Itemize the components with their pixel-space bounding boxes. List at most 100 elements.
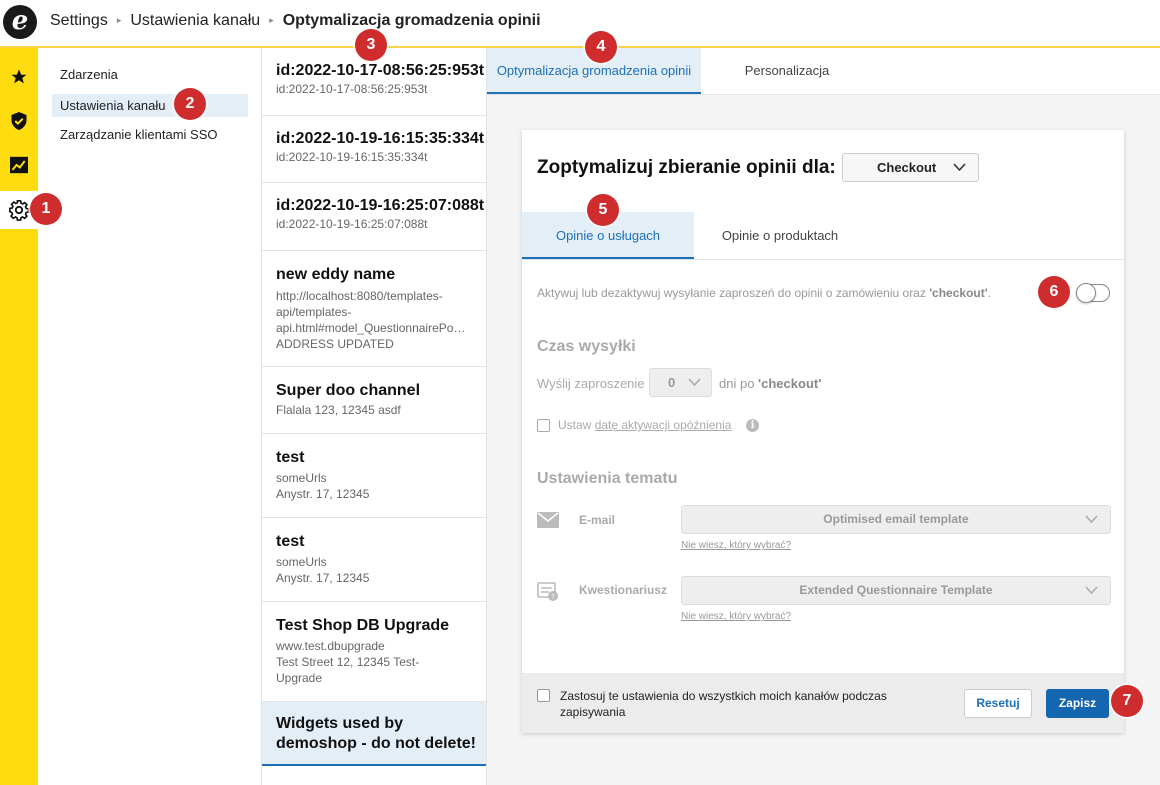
nav-item-channel-settings[interactable]: Ustawienia kanału	[52, 94, 248, 117]
channel-title: id:2022-10-19-16:15:35:334t	[276, 130, 485, 147]
nav-item-events[interactable]: Zdarzenia	[52, 63, 248, 86]
channel-item[interactable]: new eddy name http://localhost:8080/temp…	[262, 251, 486, 367]
send-invite-label: Wyślij zaproszenie	[537, 376, 645, 391]
chevron-down-icon	[688, 378, 701, 387]
channel-detail: api.html#model_QuestionnairePo…	[276, 321, 466, 335]
channel-detail: Test Street 12, 12345 Test-	[276, 655, 420, 669]
send-time-heading: Czas wysyłki	[537, 338, 636, 355]
breadcrumb-settings[interactable]: Settings	[50, 12, 108, 29]
channel-title-partial	[276, 776, 486, 785]
shield-check-icon	[11, 112, 27, 130]
delay-activation-checkbox[interactable]	[537, 419, 550, 432]
step-badge-1: 1	[30, 193, 62, 225]
channel-item[interactable]: test someUrls Anystr. 17, 12345	[262, 434, 486, 518]
channel-title: new eddy name	[276, 266, 396, 283]
breadcrumb-channel-settings[interactable]: Ustawienia kanału	[130, 12, 260, 29]
channel-type-value: Checkout	[877, 160, 937, 175]
channel-detail: Flalala 123, 12345 asdf	[276, 403, 401, 417]
channel-detail: www.test.dbupgrade	[276, 639, 385, 653]
activation-toggle[interactable]	[1076, 283, 1110, 303]
step-badge-7: 7	[1111, 685, 1143, 717]
chevron-down-icon	[1085, 515, 1098, 524]
channel-detail: id:2022-10-19-16:25:07:088t	[276, 217, 428, 231]
chevron-down-icon	[1085, 586, 1098, 595]
questionnaire-template-value: Extended Questionnaire Template	[799, 583, 993, 597]
step-badge-2: 2	[174, 88, 206, 120]
delay-activation-label: Ustaw datę aktywacji opóźnienia	[558, 418, 732, 432]
channel-item[interactable]: id:2022-10-19-16:15:35:334t id:2022-10-1…	[262, 116, 486, 183]
send-days-value: 0	[668, 375, 676, 390]
channel-item[interactable]: test someUrls Anystr. 17, 12345	[262, 518, 486, 602]
channel-detail: Anystr. 17, 12345	[276, 487, 370, 501]
tab-product-reviews[interactable]: Opinie o produktach	[694, 212, 866, 259]
channel-detail: ADDRESS UPDATED	[276, 337, 394, 351]
star-icon	[11, 69, 27, 84]
questionnaire-help-link[interactable]: Nie wiesz, który wybrać?	[681, 611, 791, 622]
email-template-value: Optimised email template	[823, 512, 969, 526]
step-badge-6: 6	[1038, 276, 1070, 308]
channel-detail: someUrls	[276, 555, 327, 569]
page-title: Optymalizacja gromadzenia opinii	[282, 12, 541, 29]
step-badge-3: 3	[355, 29, 387, 61]
apply-all-label: Zastosuj te ustawienia do wszystkich moi…	[560, 689, 887, 719]
step-badge-5: 5	[587, 194, 619, 226]
card-title: Zoptymalizuj zbieranie opinii dla:	[537, 157, 836, 178]
reset-button[interactable]: Resetuj	[964, 689, 1032, 718]
trusted-shops-logo[interactable]: e	[3, 5, 37, 39]
channel-detail: someUrls	[276, 471, 327, 485]
channel-title: id:2022-10-17-08:56:25:953t	[276, 62, 485, 79]
channel-title: demoshop - do not delete!	[276, 735, 476, 752]
channel-title: id:2022-10-19-16:25:07:088t	[276, 197, 485, 214]
envelope-icon	[537, 512, 559, 528]
channel-detail: Anystr. 17, 12345	[276, 571, 370, 585]
email-help-link[interactable]: Nie wiesz, który wybrać?	[681, 540, 791, 551]
questionnaire-template-select[interactable]: Extended Questionnaire Template	[681, 576, 1111, 605]
rail-item-trust[interactable]	[0, 102, 38, 140]
channel-detail: id:2022-10-19-16:15:35:334t	[276, 150, 428, 164]
nav-item-sso-clients[interactable]: Zarządzanie klientami SSO	[52, 123, 248, 146]
info-icon[interactable]: i	[746, 419, 759, 432]
email-template-select[interactable]: Optimised email template	[681, 505, 1111, 534]
delay-activation-link[interactable]: datę aktywacji opóźnienia	[595, 418, 732, 432]
channel-detail: Upgrade	[276, 671, 323, 685]
save-button[interactable]: Zapisz	[1046, 689, 1109, 718]
icon-rail	[0, 48, 38, 785]
channel-item[interactable]: Super doo channel Flalala 123, 12345 asd…	[262, 367, 486, 434]
channel-detail: api/templates-	[276, 305, 352, 319]
rail-item-analytics[interactable]	[0, 146, 38, 184]
channel-item[interactable]: id:2022-10-19-16:25:07:088t id:2022-10-1…	[262, 183, 486, 251]
top-bar: e Settings ▸ Ustawienia kanału ▸ Optymalizac…	[0, 0, 1160, 48]
card-footer: Zastosuj te ustawienia do wszystkich moi…	[522, 673, 1124, 733]
channel-title: Widgets used by	[276, 715, 403, 732]
channel-title: Super doo channel	[276, 382, 421, 399]
channel-type-select[interactable]: Checkout	[842, 153, 979, 182]
apply-all-checkbox[interactable]	[537, 689, 550, 702]
main-content: Optymalizacja gromadzenia opinii Persona…	[487, 48, 1160, 785]
channel-detail: id:2022-10-17-08:56:25:953t	[276, 82, 428, 96]
gear-icon	[9, 200, 30, 221]
channel-item[interactable]: Test Shop DB Upgrade www.test.dbupgrade …	[262, 602, 486, 702]
channel-detail: http://localhost:8080/templates-	[276, 289, 443, 303]
questionnaire-icon: ?	[537, 582, 558, 601]
breadcrumb-separator-icon: ▸	[116, 15, 122, 25]
channel-title: Test Shop DB Upgrade	[276, 617, 450, 634]
tab-personalization[interactable]: Personalizacja	[701, 48, 873, 94]
settings-nav: Zdarzenia Ustawienia kanału Zarządzanie …	[38, 48, 262, 785]
email-label: E-mail	[579, 513, 616, 527]
channel-title: test	[276, 533, 305, 550]
channel-item-selected[interactable]: Widgets used by demoshop - do not delete…	[262, 702, 486, 766]
channel-item[interactable]	[262, 766, 486, 785]
channel-list: id:2022-10-17-08:56:25:953t id:2022-10-1…	[262, 48, 487, 785]
rail-item-reviews[interactable]	[0, 58, 38, 96]
breadcrumb-separator-icon: ▸	[269, 15, 274, 25]
send-after-label: dni po 'checkout'	[719, 376, 822, 391]
channel-title: test	[276, 449, 305, 466]
send-days-select[interactable]: 0	[649, 368, 712, 397]
chart-icon	[10, 156, 28, 174]
step-badge-4: 4	[585, 31, 617, 63]
chevron-down-icon	[953, 163, 966, 172]
theme-settings-heading: Ustawienia tematu	[537, 470, 678, 487]
svg-text:?: ?	[551, 593, 555, 601]
toggle-knob	[1076, 283, 1096, 303]
questionnaire-label: Kwestionariusz	[579, 583, 668, 597]
